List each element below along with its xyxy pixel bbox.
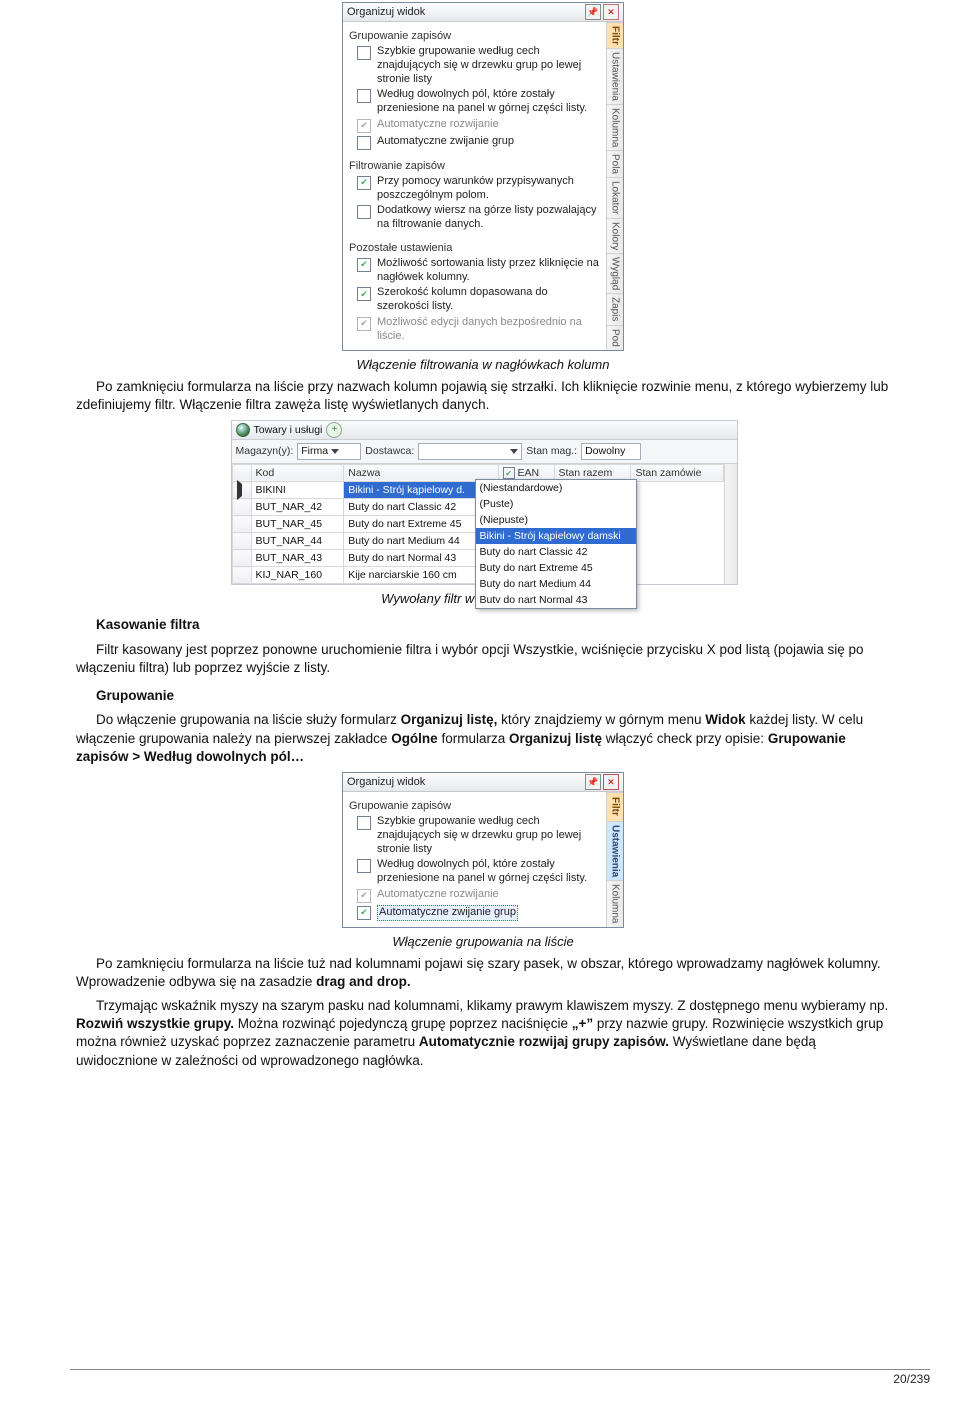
module-header: Towary i usługi +: [232, 421, 737, 440]
pin-icon[interactable]: 📌: [585, 4, 601, 20]
col-kod[interactable]: Kod: [251, 464, 344, 482]
dd-item[interactable]: (Niepuste): [476, 512, 636, 528]
dd-item-selected[interactable]: Bikini - Strój kąpielowy damski: [476, 528, 636, 544]
pin-icon[interactable]: 📌: [585, 774, 601, 790]
opt-grouping-panel[interactable]: ✔Według dowolnych pól, które zostały prz…: [357, 858, 600, 886]
dialog-organize-view-2: Organizuj widok 📌 ✕ Grupowanie zapisów ✔…: [342, 772, 624, 928]
section-grouping: Grupowanie zapisów: [349, 30, 600, 42]
tab-kolumna[interactable]: Kolumna: [607, 880, 623, 926]
dialog1-side-tabs: Filtr Ustawienia Kolumna Pola Lokator Ko…: [607, 22, 623, 350]
dialog1-titlebar[interactable]: Organizuj widok 📌 ✕: [343, 3, 623, 22]
chevron-down-icon: [510, 449, 518, 454]
tab-filtr[interactable]: Filtr: [607, 792, 623, 821]
label-stanmag: Stan mag.:: [526, 445, 577, 457]
dialog-organize-view-1: Organizuj widok 📌 ✕ Grupowanie zapisów ✔…: [342, 2, 624, 351]
label-magazyn: Magazyn(y):: [236, 445, 294, 457]
col-stan-zamowie[interactable]: Stan zamówie: [631, 464, 723, 482]
dd-item[interactable]: Buty do nart Classic 42: [476, 544, 636, 560]
tab-kolory[interactable]: Kolory: [607, 218, 623, 253]
opt-auto-expand: ✔Automatyczne rozwijanie: [357, 888, 600, 903]
tab-kolumna[interactable]: Kolumna: [607, 104, 623, 150]
col-marker: [232, 464, 251, 482]
dd-item[interactable]: Buty do nart Medium 44: [476, 576, 636, 592]
column-filter-dropdown[interactable]: (Niestandardowe) (Puste) (Niepuste) Biki…: [475, 479, 637, 609]
combo-magazyn[interactable]: Firma: [297, 443, 361, 460]
opt-auto-expand: ✔Automatyczne rozwijanie: [357, 118, 600, 133]
opt-grouping-tree[interactable]: ✔Szybkie grupowanie według cech znajdują…: [357, 815, 600, 856]
section-filtering: Filtrowanie zapisów: [349, 160, 600, 172]
opt-filter-conditions[interactable]: ✔Przy pomocy warunków przypisywanych pos…: [357, 175, 600, 203]
dialog2-side-tabs: Filtr Ustawienia Kolumna: [607, 792, 623, 927]
tab-zapis[interactable]: Zapis: [607, 293, 623, 324]
add-icon[interactable]: +: [326, 422, 342, 438]
opt-auto-collapse[interactable]: ✔Automatyczne zwijanie grup: [357, 905, 600, 921]
combo-stanmag[interactable]: Dowolny: [581, 443, 641, 460]
section-grouping: Grupowanie zapisów: [349, 800, 600, 812]
dialog1-title-text: Organizuj widok: [347, 3, 583, 21]
heading-kasowanie: Kasowanie filtra: [76, 616, 890, 634]
paragraph-filter-arrows: Po zamknięciu formularza na liście przy …: [76, 378, 890, 414]
opt-fit-columns[interactable]: ✔Szerokość kolumn dopasowana do szerokoś…: [357, 286, 600, 314]
dd-item[interactable]: Buty do nart Extreme 45: [476, 560, 636, 576]
dd-item[interactable]: (Puste): [476, 496, 636, 512]
paragraph-grupowanie: Do włączenie grupowania na liście służy …: [76, 711, 890, 766]
dd-item[interactable]: (Niestandardowe): [476, 480, 636, 496]
chevron-down-icon: [331, 449, 339, 454]
dialog2-title-text: Organizuj widok: [347, 773, 583, 791]
combo-dostawca[interactable]: [418, 443, 522, 460]
caption-1: Włączenie filtrowania w nagłówkach kolum…: [76, 357, 890, 372]
opt-inline-edit: ✔Możliwość edycji danych bezpośrednio na…: [357, 316, 600, 344]
page-footer: 20/239: [70, 1369, 930, 1386]
dd-item[interactable]: Butv do nart Normal 43: [476, 592, 636, 608]
page-number: 20/239: [893, 1372, 930, 1386]
opt-grouping-panel[interactable]: ✔Według dowolnych pól, które zostały prz…: [357, 88, 600, 116]
dialog2-titlebar[interactable]: Organizuj widok 📌 ✕: [343, 773, 623, 792]
tab-pod[interactable]: Pod: [607, 325, 623, 350]
tab-ustawienia[interactable]: Ustawienia: [607, 48, 623, 104]
opt-sort-click[interactable]: ✔Możliwość sortowania listy przez klikni…: [357, 257, 600, 285]
close-icon[interactable]: ✕: [603, 774, 619, 790]
filter-bar: Magazyn(y): Firma Dostawca: Stan mag.: D…: [232, 440, 737, 464]
module-title: Towary i usługi: [254, 424, 323, 436]
scrollbar-vertical[interactable]: [724, 464, 737, 585]
opt-filter-row[interactable]: ✔Dodatkowy wiersz na górze listy pozwala…: [357, 204, 600, 232]
label-dostawca: Dostawca:: [365, 445, 414, 457]
tab-filtr[interactable]: Filtr: [607, 22, 623, 48]
tab-lokator[interactable]: Lokator: [607, 177, 623, 217]
tab-pola[interactable]: Pola: [607, 150, 623, 177]
opt-grouping-tree[interactable]: ✔Szybkie grupowanie według cech znajdują…: [357, 45, 600, 86]
tab-wyglad[interactable]: Wygląd: [607, 253, 623, 293]
paragraph-kasowanie: Filtr kasowany jest poprzez ponowne uruc…: [76, 641, 890, 677]
heading-grupowanie: Grupowanie: [76, 687, 890, 705]
tab-ustawienia[interactable]: Ustawienia: [607, 821, 623, 880]
paragraph-drag-drop: Po zamknięciu formularza na liście tuż n…: [76, 955, 890, 991]
close-icon[interactable]: ✕: [603, 4, 619, 20]
module-icon: [236, 423, 250, 437]
section-other: Pozostałe ustawienia: [349, 242, 600, 254]
caption-3: Włączenie grupowania na liście: [76, 934, 890, 949]
paragraph-expand-groups: Trzymając wskaźnik myszy na szarym pasku…: [76, 997, 890, 1070]
opt-auto-collapse[interactable]: ✔Automatyczne zwijanie grup: [357, 135, 600, 150]
